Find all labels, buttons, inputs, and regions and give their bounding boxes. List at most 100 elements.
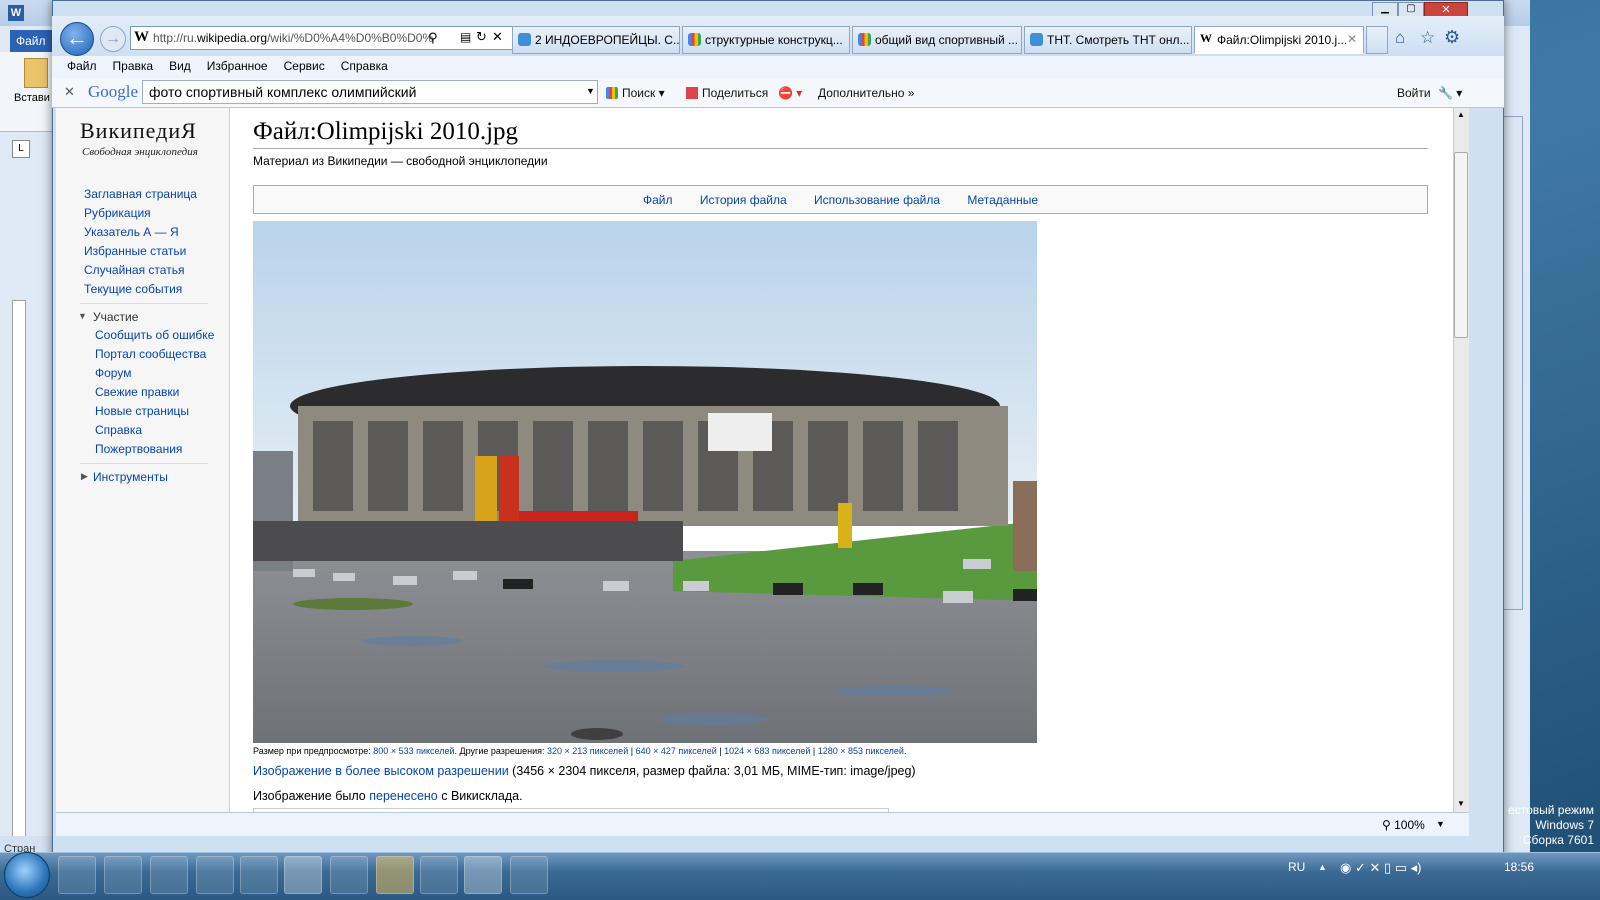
sidebar-item-report-error[interactable]: Сообщить об ошибке (95, 326, 214, 345)
wrench-icon[interactable]: 🔧 ▾ (1438, 86, 1462, 100)
taskbar-media-player-icon[interactable] (104, 856, 142, 894)
menu-favorites[interactable]: Избранное (199, 56, 276, 76)
forward-button[interactable]: → (100, 26, 126, 52)
sidebar-item-donate[interactable]: Пожертвования (95, 440, 214, 459)
res-320-link[interactable]: 320 × 213 пикселей (547, 746, 628, 756)
word-icon[interactable]: W (8, 5, 24, 21)
sidebar-item-current-events[interactable]: Текущие события (84, 280, 197, 299)
res-1024-link[interactable]: 1024 × 683 пикселей (724, 746, 810, 756)
moved-link[interactable]: перенесено (369, 789, 438, 803)
taskbar-notepad-icon[interactable] (240, 856, 278, 894)
sidebar-item-index[interactable]: Указатель А — Я (84, 223, 197, 242)
gear-icon[interactable]: ⚙ (1444, 27, 1460, 48)
taskbar-save-icon[interactable] (420, 856, 458, 894)
taskbar-winrar-icon[interactable] (510, 856, 548, 894)
paste-icon[interactable] (24, 58, 48, 88)
vertical-ruler (12, 300, 26, 840)
taskbar-app-icon[interactable] (150, 856, 188, 894)
chevron-down-icon[interactable]: ▼ (1436, 819, 1445, 829)
stadium-photo[interactable] (253, 221, 1037, 743)
page-scroll-thumb[interactable] (1454, 152, 1468, 338)
word-ribbon: Встави (0, 52, 60, 132)
paste-button-label[interactable]: Встави (14, 92, 50, 104)
word-file-tab[interactable]: Файл (10, 30, 54, 52)
tab-file[interactable]: Файл (643, 193, 673, 207)
stop-icon[interactable]: ✕ (492, 29, 503, 45)
tab-close-icon[interactable]: ✕ (1347, 32, 1357, 46)
back-button[interactable]: ← (60, 22, 94, 56)
menu-file[interactable]: Файл (59, 56, 105, 76)
taskbar-explorer-icon[interactable] (58, 856, 96, 894)
tab-metadata[interactable]: Метаданные (967, 193, 1038, 207)
tray-expand-icon[interactable]: ▲ (1318, 862, 1327, 872)
hires-link[interactable]: Изображение в более высоком разрешении (253, 764, 509, 778)
triangle-down-icon[interactable]: ▼ (78, 311, 87, 321)
tab-obshchiy-vid[interactable]: общий вид спортивный ... (852, 26, 1022, 54)
ie-icon (1030, 33, 1043, 46)
menu-edit[interactable]: Правка (105, 56, 162, 76)
menu-help[interactable]: Справка (333, 56, 396, 76)
taskbar-chrome-icon[interactable] (376, 856, 414, 894)
google-icon (858, 33, 871, 46)
menu-bar: Файл Правка Вид Избранное Сервис Справка (52, 56, 1504, 78)
google-signin-button[interactable]: Войти (1397, 86, 1431, 100)
sidebar-item-forum[interactable]: Форум (95, 364, 214, 383)
scroll-down-icon[interactable]: ▼ (1457, 799, 1465, 808)
page-title: Файл:Olimpijski 2010.jpg (253, 118, 519, 145)
scroll-up-icon[interactable]: ▲ (1457, 110, 1465, 119)
close-toolbar-icon[interactable]: ✕ (64, 84, 75, 100)
google-search-input[interactable]: фото спортивный комплекс олимпийский (142, 80, 598, 104)
tab-file-usage[interactable]: Использование файла (814, 193, 940, 207)
home-icon[interactable]: ⌂ (1395, 28, 1405, 48)
tab-tnt[interactable]: ТНТ. Смотреть ТНТ онл... (1024, 26, 1192, 54)
sidebar-item-main-page[interactable]: Заглавная страница (84, 185, 197, 204)
sidebar-item-community-portal[interactable]: Портал сообщества (95, 345, 214, 364)
google-more-button[interactable]: Дополнительно » (818, 86, 914, 100)
taskbar-mail-icon[interactable] (196, 856, 234, 894)
sidebar-item-random[interactable]: Случайная статья (84, 261, 197, 280)
chevron-down-icon[interactable]: ▼ (586, 86, 595, 96)
search-icon[interactable]: ⚲ (428, 30, 438, 46)
menu-view[interactable]: Вид (161, 56, 199, 76)
sidebar-item-new-pages[interactable]: Новые страницы (95, 402, 214, 421)
google-icon (606, 87, 618, 99)
triangle-right-icon[interactable]: ▶ (81, 471, 88, 482)
sidebar-item-recent-changes[interactable]: Свежие правки (95, 383, 214, 402)
res-640-link[interactable]: 640 × 427 пикселей (636, 746, 717, 756)
sidebar-item-help[interactable]: Справка (95, 421, 214, 440)
title-rule (253, 148, 1428, 149)
tab-indoevropeitsy[interactable]: 2 ИНДОЕВРОПЕЙЦЫ. С... (512, 26, 680, 54)
preview-size-link[interactable]: 800 × 533 пикселей (373, 746, 454, 756)
wikipedia-logo[interactable]: ВикипедиЯ (80, 118, 197, 144)
start-button[interactable] (4, 852, 50, 898)
zoom-control[interactable]: ⚲ 100% (1382, 818, 1425, 832)
favorites-star-icon[interactable]: ☆ (1420, 28, 1435, 48)
compat-view-icon[interactable]: ▤ (460, 30, 471, 44)
google-logo: Google (88, 82, 139, 101)
tab-olimpijski[interactable]: W Файл:Olimpijski 2010.j... ✕ (1194, 26, 1364, 54)
ruler-corner-icon[interactable]: L (12, 140, 30, 158)
refresh-icon[interactable]: ↻ (476, 29, 487, 45)
wikipedia-logo-subtitle: Свободная энциклопедия (82, 146, 198, 158)
menu-tools[interactable]: Сервис (276, 56, 333, 76)
language-indicator[interactable]: RU (1288, 860, 1305, 874)
google-search-button[interactable]: Поиск ▾ (606, 86, 665, 100)
moved-line: Изображение было перенесено с Викисклада… (253, 789, 523, 803)
preview-sizes: Размер при предпросмотре: 800 × 533 пикс… (253, 746, 907, 756)
tab-strukturnye[interactable]: структурные конструкц... (682, 26, 850, 54)
google-share-button[interactable]: Поделиться (686, 86, 768, 100)
res-1280-link[interactable]: 1280 × 853 пикселей (818, 746, 904, 756)
popup-blocker-icon[interactable]: ⛔ ▾ (778, 86, 802, 100)
sidebar-item-categories[interactable]: Рубрикация (84, 204, 197, 223)
taskbar-word-icon[interactable] (464, 856, 502, 894)
sidebar-tools-header[interactable]: Инструменты (93, 470, 168, 484)
sidebar-item-featured[interactable]: Избранные статьи (84, 242, 197, 261)
clock[interactable]: 18:56 (1504, 860, 1534, 874)
tray-icons[interactable]: ◉ ✓ ✕ ▯ ▭ ◂) (1340, 860, 1421, 876)
tab-file-history[interactable]: История файла (700, 193, 787, 207)
taskbar-ie-icon[interactable] (284, 856, 322, 894)
wikipedia-favicon: W (134, 29, 149, 45)
taskbar-icq-icon[interactable] (330, 856, 368, 894)
new-tab-button[interactable] (1366, 26, 1388, 54)
sidebar-participation-header[interactable]: Участие (93, 310, 138, 324)
